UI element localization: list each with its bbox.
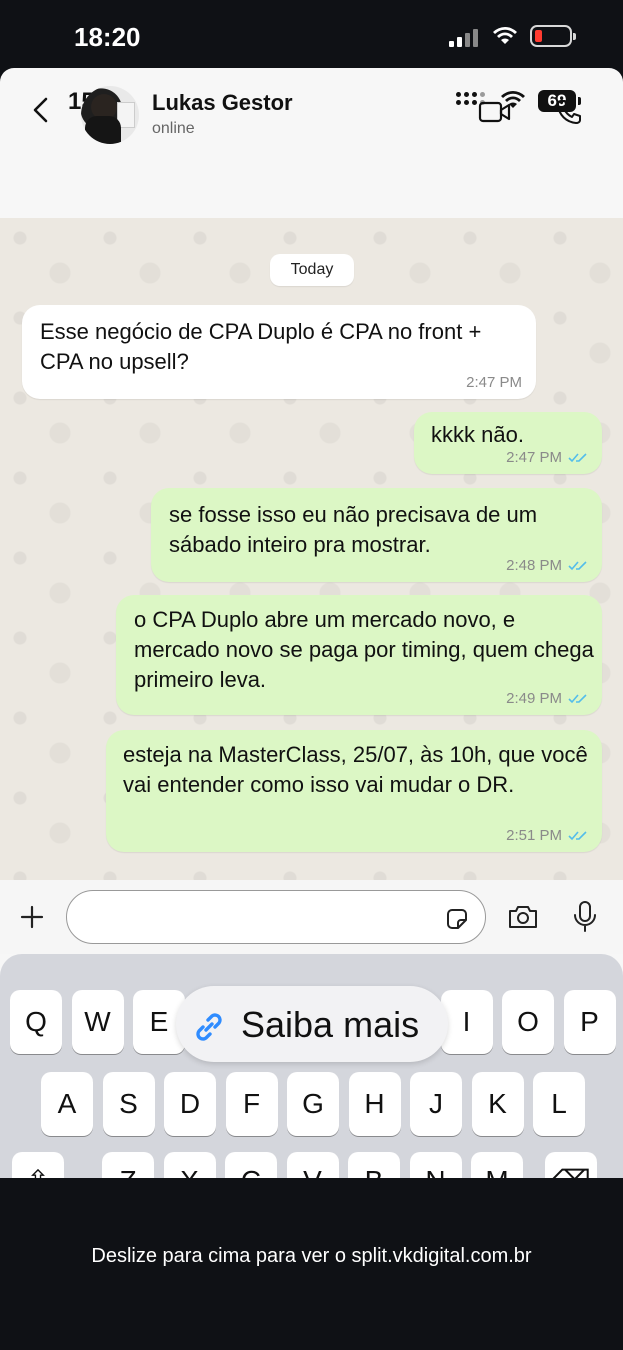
plus-icon[interactable] xyxy=(19,904,45,930)
saiba-mais-label[interactable]: Saiba mais xyxy=(241,1004,419,1046)
message-time: 2:47 PM xyxy=(506,449,562,466)
contact-name[interactable]: Lukas Gestor xyxy=(152,90,293,116)
message-time: 2:48 PM xyxy=(506,557,562,574)
message-input[interactable] xyxy=(66,890,486,944)
avatar[interactable] xyxy=(81,86,139,144)
phone-call-icon[interactable] xyxy=(555,98,583,126)
key-d[interactable]: D xyxy=(164,1072,216,1136)
video-call-icon[interactable] xyxy=(478,100,512,124)
key-g[interactable]: G xyxy=(287,1072,339,1136)
message-text: Esse negócio de CPA Duplo é CPA no front… xyxy=(40,319,482,374)
battery-low-icon xyxy=(530,25,576,47)
sticker-icon[interactable] xyxy=(444,906,470,932)
key-q[interactable]: Q xyxy=(10,990,62,1054)
key-f[interactable]: F xyxy=(225,1072,278,1136)
key-s[interactable]: S xyxy=(102,1072,155,1136)
camera-icon[interactable] xyxy=(507,904,539,930)
signal-icon xyxy=(449,27,478,47)
outer-status-bar: 18:20 xyxy=(0,0,623,68)
back-chevron-icon[interactable] xyxy=(28,96,54,124)
key-i[interactable]: I xyxy=(440,990,493,1054)
outer-clock: 18:20 xyxy=(74,22,141,52)
message-text: kkkk não. xyxy=(431,422,524,447)
key-a[interactable]: A xyxy=(41,1072,93,1136)
message-outgoing[interactable]: se fosse isso eu não precisava de um sáb… xyxy=(151,488,602,582)
key-p[interactable]: P xyxy=(563,990,616,1054)
double-check-icon xyxy=(568,452,587,462)
message-time: 2:47 PM xyxy=(466,374,522,391)
message-text: o CPA Duplo abre um mercado novo, e merc… xyxy=(134,607,594,692)
double-check-icon xyxy=(568,693,587,703)
key-h[interactable]: H xyxy=(348,1072,401,1136)
key-l[interactable]: L xyxy=(533,1072,585,1136)
swipe-up-caption[interactable]: Deslize para cima para ver o split.vkdig… xyxy=(0,1245,623,1268)
message-outgoing[interactable]: esteja na MasterClass, 25/07, às 10h, qu… xyxy=(106,730,602,852)
microphone-icon[interactable] xyxy=(572,900,598,934)
wifi-icon xyxy=(493,27,517,44)
link-icon xyxy=(196,1013,222,1041)
key-o[interactable]: O xyxy=(502,990,554,1054)
contact-status: online xyxy=(152,120,195,137)
key-w[interactable]: W xyxy=(71,990,124,1054)
message-list[interactable]: Today Esse negócio de CPA Duplo é CPA no… xyxy=(0,218,623,880)
message-time: 2:51 PM xyxy=(506,827,562,844)
message-text: esteja na MasterClass, 25/07, às 10h, qu… xyxy=(123,742,588,797)
double-check-icon xyxy=(568,830,587,840)
key-k[interactable]: K xyxy=(471,1072,524,1136)
message-incoming[interactable]: Esse negócio de CPA Duplo é CPA no front… xyxy=(22,305,536,399)
message-text: se fosse isso eu não precisava de um sáb… xyxy=(169,502,538,557)
message-outgoing[interactable]: o CPA Duplo abre um mercado novo, e merc… xyxy=(116,595,602,715)
date-divider: Today xyxy=(270,254,354,286)
message-time: 2:49 PM xyxy=(506,690,562,707)
double-check-icon xyxy=(568,560,587,570)
key-j[interactable]: J xyxy=(410,1072,462,1136)
message-outgoing[interactable]: kkkk não. 2:47 PM xyxy=(414,412,602,474)
